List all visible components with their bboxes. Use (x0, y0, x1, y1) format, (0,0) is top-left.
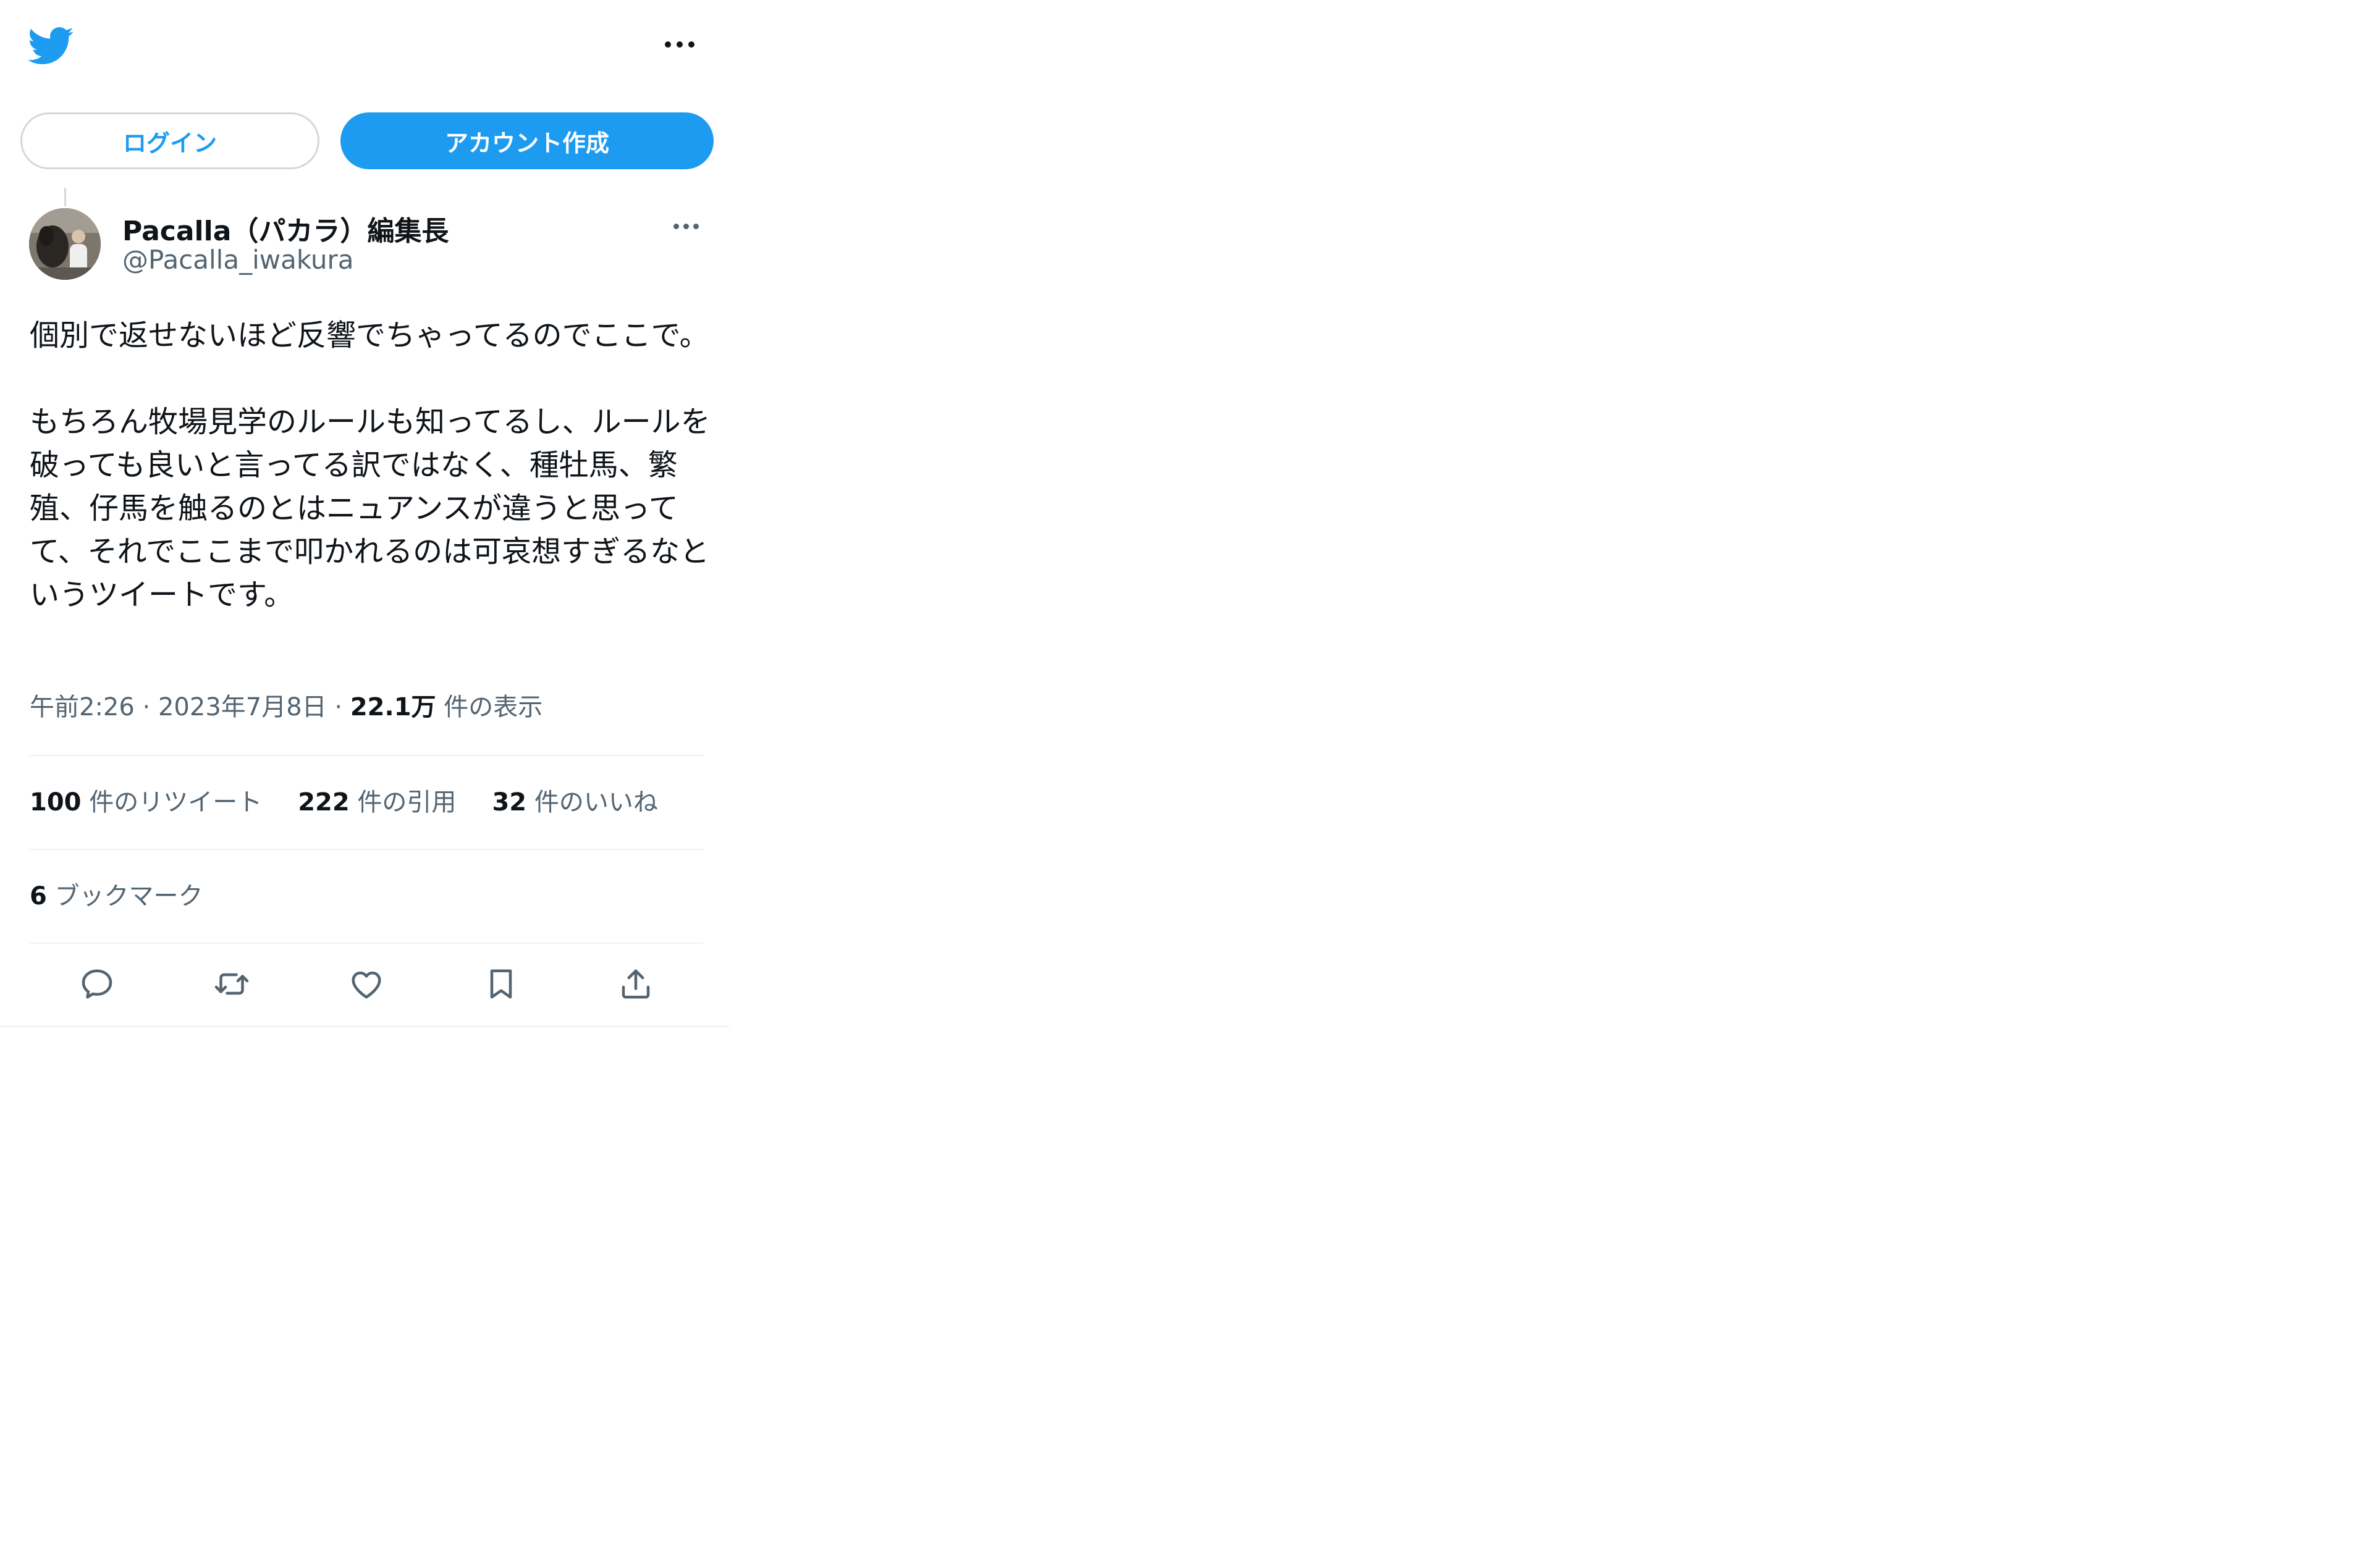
tweet-time[interactable]: 午前2:26 (30, 693, 135, 721)
column-bottom-border (0, 1025, 729, 1027)
tweet-more-icon[interactable] (667, 214, 704, 238)
author-handle[interactable]: @Pacalla_iwakura (122, 245, 354, 275)
bookmark-icon[interactable] (479, 962, 523, 1006)
login-button[interactable]: ログイン (20, 112, 319, 169)
twitter-bird-icon[interactable] (25, 22, 75, 70)
separator: · (134, 693, 158, 721)
tweet-text: 個別で返せないほど反響でちゃってるのでここで。 もちろん牧場見学のルールも知って… (30, 318, 711, 612)
dot (665, 41, 671, 48)
divider (30, 849, 703, 850)
engagement-stats: 100 件のリツイート 222 件の引用 32 件のいいね (30, 782, 658, 818)
tweet-date[interactable]: 2023年7月8日 (158, 693, 327, 721)
likes-stat[interactable]: 32 件のいいね (492, 782, 657, 818)
quotes-stat[interactable]: 222 件の引用 (298, 782, 456, 818)
likes-count: 32 (492, 788, 527, 817)
dot (677, 41, 683, 48)
top-bar (0, 0, 729, 93)
retweets-stat[interactable]: 100 件のリツイート (30, 782, 262, 818)
retweets-count: 100 (30, 788, 82, 817)
author-name[interactable]: Pacalla（パカラ）編集長 (122, 209, 449, 248)
divider (30, 755, 703, 756)
divider (30, 943, 703, 944)
views-label: 件の表示 (444, 693, 543, 721)
bookmarks-stat[interactable]: 6 ブックマーク (30, 876, 203, 912)
likes-label: 件のいいね (534, 788, 658, 817)
dot (673, 223, 679, 229)
tweet-meta: 午前2:26 · 2023年7月8日 · 22.1万 件の表示 (30, 687, 542, 723)
quotes-label: 件の引用 (357, 788, 457, 817)
more-options-icon[interactable] (649, 26, 711, 63)
share-icon[interactable] (614, 962, 657, 1006)
dot (693, 223, 699, 229)
avatar[interactable] (29, 208, 101, 280)
bookmarks-label: ブックマーク (54, 882, 203, 910)
like-icon[interactable] (345, 962, 388, 1006)
bookmarks-count: 6 (30, 882, 47, 910)
quotes-count: 222 (298, 788, 350, 817)
views-count: 22.1万 (350, 693, 436, 721)
reply-icon[interactable] (75, 962, 119, 1006)
signup-button[interactable]: アカウント作成 (340, 112, 714, 169)
dot (683, 223, 689, 229)
thread-connector (64, 188, 66, 206)
tweet-page: ログイン アカウント作成 Pacalla（パカラ）編集長 @Pacalla_iw… (0, 0, 729, 1027)
separator: · (326, 693, 350, 721)
dot (688, 41, 694, 48)
retweets-label: 件のリツイート (89, 788, 263, 817)
retweet-icon[interactable] (210, 962, 253, 1006)
